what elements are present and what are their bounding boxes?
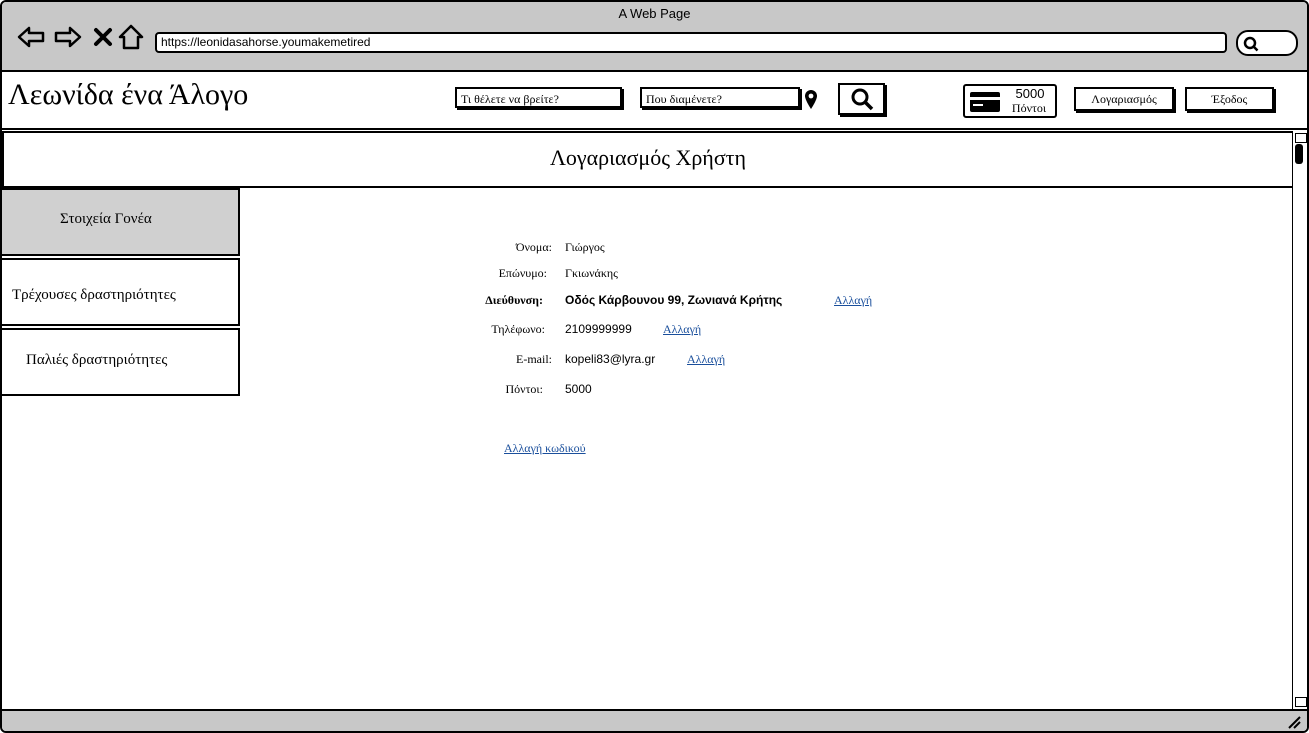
sidebar-item-past-activities[interactable]: Παλιές δραστηριότητες (2, 328, 240, 396)
change-phone-link[interactable]: Αλλαγή (663, 322, 701, 337)
window-title: A Web Page (618, 6, 691, 21)
scroll-up-arrow-icon[interactable] (1295, 133, 1307, 143)
sidebar-item-parent-details[interactable]: Στοιχεία Γονέα (2, 188, 240, 256)
back-icon[interactable] (16, 22, 46, 52)
points-value: 5000 (1015, 86, 1045, 101)
address-label: Διεύθυνση: (485, 293, 543, 307)
phone-value: 2109999999 (565, 322, 632, 336)
points-indicator[interactable]: 5000 Πόντοι (963, 84, 1057, 118)
scrollbar-thumb[interactable] (1295, 144, 1303, 164)
vertical-scrollbar[interactable] (1292, 131, 1307, 709)
sidebar-item-label: Στοιχεία Γονέα (60, 211, 152, 227)
url-bar[interactable]: https://leonidasahorse.youmakemetired (155, 32, 1227, 53)
page-title-bar: Λογαριασμός Χρήστη (2, 131, 1294, 188)
sidebar-item-label: Τρέχουσες δραστηριότητες (12, 287, 176, 303)
points-label: Πόντοι (1011, 101, 1047, 115)
location-pin-icon[interactable] (803, 88, 819, 115)
change-address-link[interactable]: Αλλαγή (834, 293, 872, 308)
points-field-value: 5000 (565, 382, 592, 396)
name-label: Όνομα: (515, 240, 552, 254)
browser-search-field[interactable] (1236, 30, 1298, 56)
email-label: E-mail: (516, 352, 552, 366)
credit-card-icon (970, 92, 1000, 112)
search-icon (1243, 36, 1259, 52)
account-button[interactable]: Λογαριασμός (1074, 87, 1174, 111)
scroll-down-arrow-icon[interactable] (1295, 697, 1307, 707)
phone-label: Τηλέφωνο: (491, 322, 545, 336)
site-header: Λεωνίδα ένα Άλογο Τι θέλετε να βρείτε? Π… (2, 72, 1307, 130)
email-value: kopeli83@lyra.gr (565, 352, 656, 366)
search-button[interactable] (838, 83, 885, 115)
address-value: Οδός Κάρβουνου 99, Ζωνιανά Κρήτης (565, 293, 783, 307)
site-logo[interactable]: Λεωνίδα ένα Άλογο (8, 78, 248, 112)
resize-grip-icon[interactable] (1287, 715, 1301, 729)
home-icon[interactable] (116, 22, 146, 52)
status-bar (2, 709, 1307, 731)
forward-icon[interactable] (53, 22, 83, 52)
page-title: Λογαριασμός Χρήστη (549, 145, 747, 170)
browser-chrome: A Web Page https://leonidasahorse.youmak… (2, 2, 1307, 72)
change-password-link[interactable]: Αλλαγή κωδικού (504, 441, 586, 456)
search-icon (851, 88, 873, 111)
search-what-input[interactable]: Τι θέλετε να βρείτε? (455, 87, 622, 108)
sidebar-item-label: Παλιές δραστηριότητες (26, 352, 168, 368)
name-value: Γιώργος (565, 240, 605, 254)
surname-label: Επώνυμο: (498, 266, 547, 280)
browser-window: A Web Page https://leonidasahorse.youmak… (0, 0, 1309, 733)
change-email-link[interactable]: Αλλαγή (687, 352, 725, 367)
surname-value: Γκιωνάκης (565, 266, 618, 280)
search-where-input[interactable]: Που διαμένετε? (640, 87, 800, 108)
stop-icon[interactable] (88, 22, 118, 52)
points-field-label: Πόντοι: (505, 382, 543, 396)
logout-button[interactable]: Έξοδος (1185, 87, 1274, 111)
sidebar-item-current-activities[interactable]: Τρέχουσες δραστηριότητες (2, 258, 240, 326)
